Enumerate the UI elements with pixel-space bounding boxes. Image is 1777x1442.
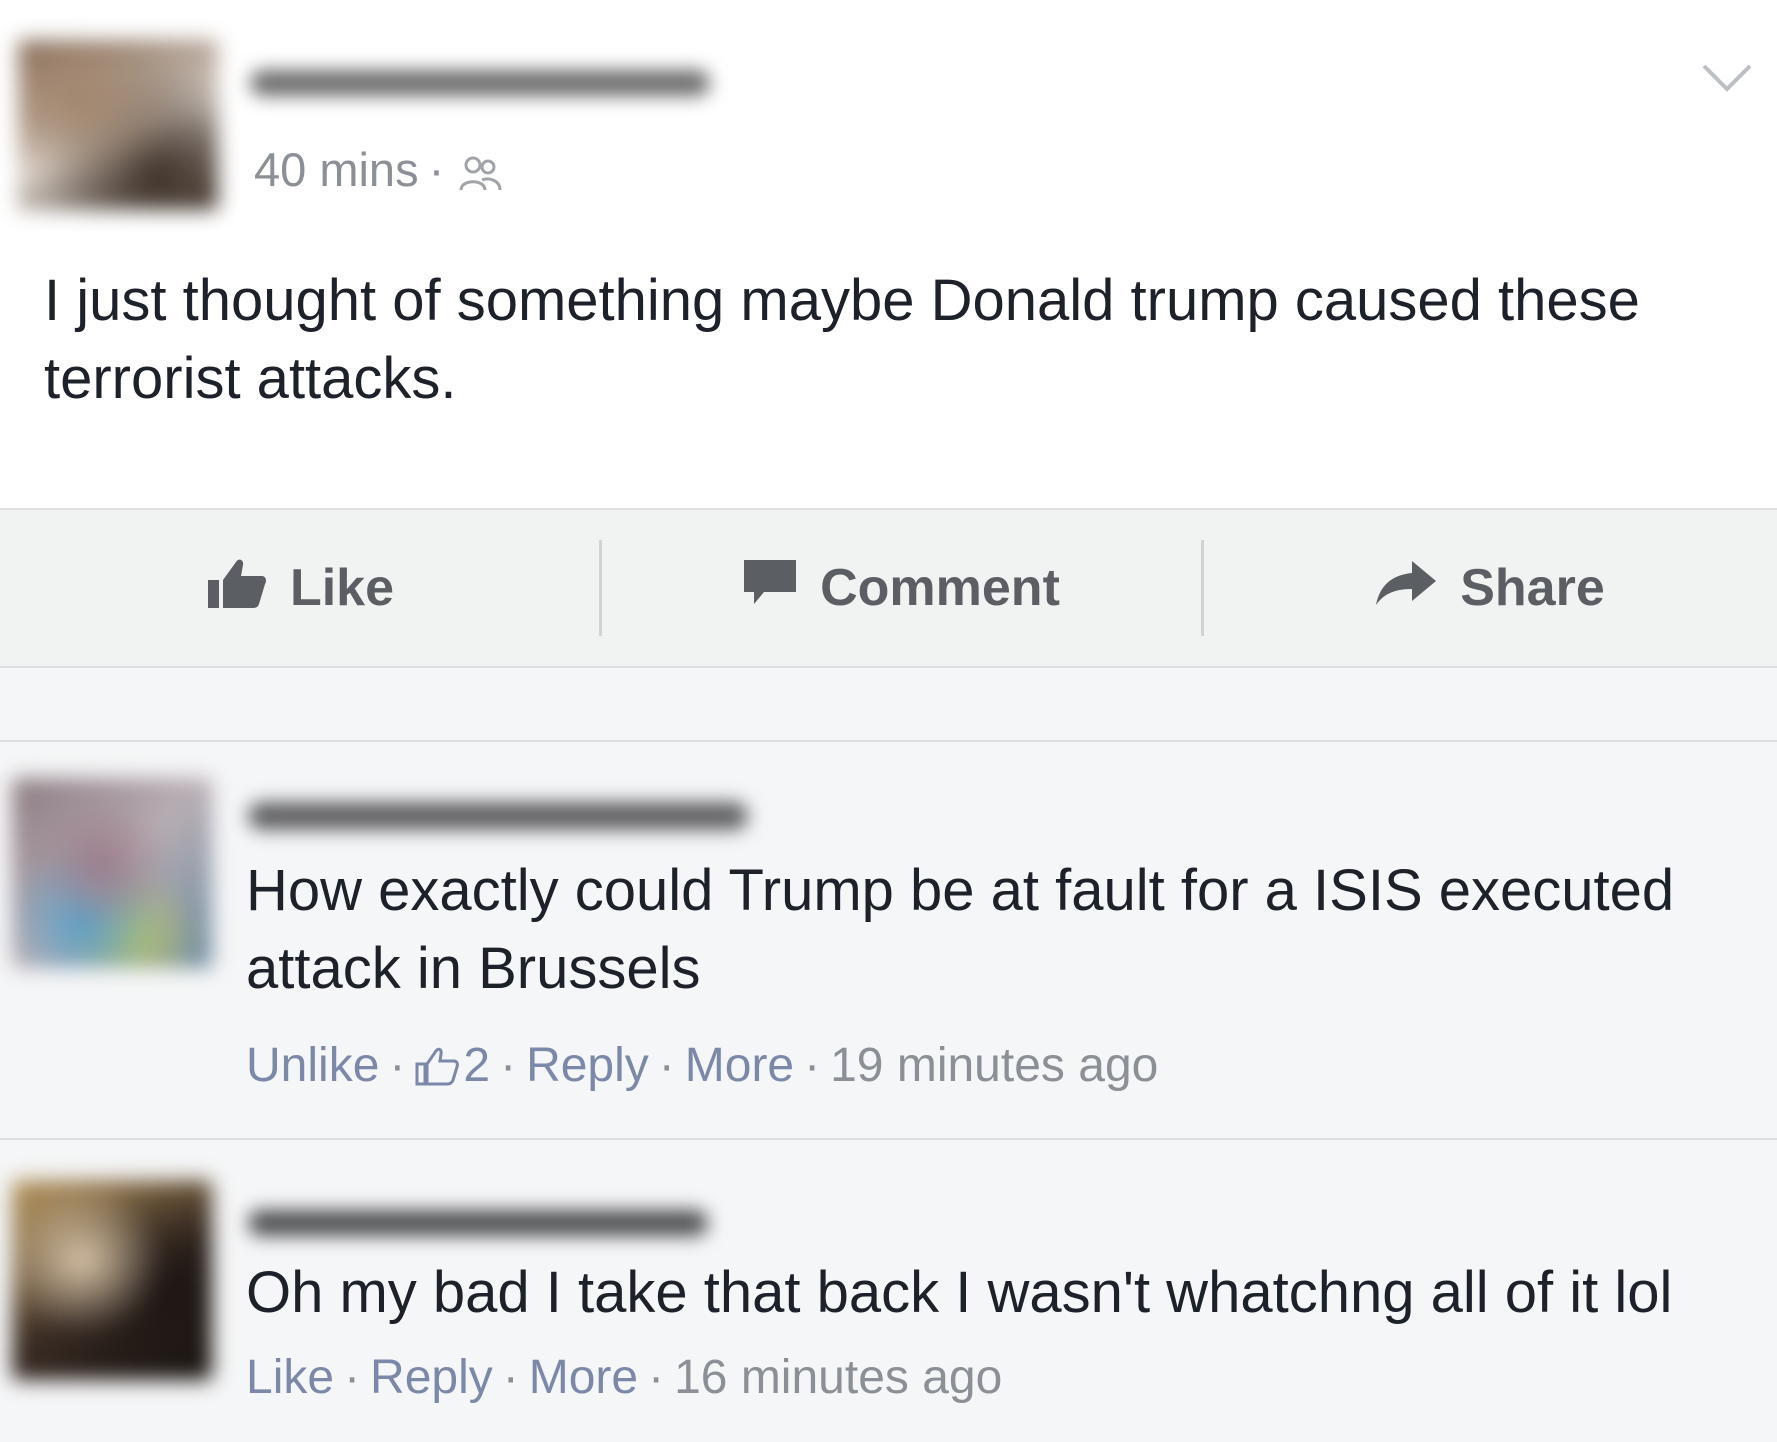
post-action-bar: Like Comment Share xyxy=(0,508,1777,668)
friends-icon xyxy=(458,150,504,190)
thumbs-up-icon xyxy=(206,554,268,623)
comment-like-count[interactable]: 2 xyxy=(415,1038,490,1093)
reply-link[interactable]: Reply xyxy=(526,1038,649,1093)
like-label: Like xyxy=(289,559,395,617)
share-button[interactable]: Share xyxy=(1202,510,1777,666)
comment-meta: Like · Reply · More · 16 minutes ago xyxy=(246,1350,1002,1405)
meta-separator: · xyxy=(389,1039,406,1092)
meta-separator: · xyxy=(428,143,445,196)
like-count-value: 2 xyxy=(463,1039,491,1092)
commenter-avatar[interactable] xyxy=(12,1180,212,1380)
post-author-avatar[interactable] xyxy=(18,40,218,210)
commenter-name-blurred[interactable] xyxy=(248,802,748,830)
meta-separator: · xyxy=(502,1351,519,1404)
commenter-avatar[interactable] xyxy=(12,778,212,968)
post-meta: 40 mins · xyxy=(254,142,504,197)
comment-text: How exactly could Trump be at fault for … xyxy=(246,858,1675,1001)
meta-separator: · xyxy=(344,1351,361,1404)
meta-separator: · xyxy=(500,1039,517,1092)
meta-separator: · xyxy=(804,1039,821,1092)
comment-timestamp[interactable]: 16 minutes ago xyxy=(674,1350,1002,1405)
reply-link[interactable]: Reply xyxy=(370,1350,493,1405)
share-arrow-icon xyxy=(1374,557,1438,620)
post-text: I just thought of something maybe Donald… xyxy=(44,268,1640,411)
post-author-name-blurred[interactable] xyxy=(250,70,710,96)
unlike-link[interactable]: Unlike xyxy=(246,1038,379,1093)
comment-text: Oh my bad I take that back I wasn't what… xyxy=(246,1260,1673,1325)
chevron-down-icon[interactable] xyxy=(1700,58,1754,98)
comment-item: How exactly could Trump be at fault for … xyxy=(0,742,1777,1138)
like-button[interactable]: Like xyxy=(0,510,600,666)
meta-separator: · xyxy=(658,1039,675,1092)
speech-bubble-icon xyxy=(742,556,798,621)
comment-timestamp[interactable]: 19 minutes ago xyxy=(830,1038,1158,1093)
commenter-name-blurred[interactable] xyxy=(248,1210,708,1236)
post-card: 40 mins · I just thought of something ma… xyxy=(0,0,1777,508)
share-label: Share xyxy=(1460,559,1605,617)
comment-meta: Unlike · 2 · Reply · More · 19 minutes a… xyxy=(246,1038,1158,1093)
more-link[interactable]: More xyxy=(529,1350,638,1405)
comment-label: Comment xyxy=(820,559,1060,617)
thumbs-up-outline-icon xyxy=(415,1047,460,1085)
comment-button[interactable]: Comment xyxy=(600,510,1202,666)
comment-item: Oh my bad I take that back I wasn't what… xyxy=(0,1138,1777,1442)
meta-separator: · xyxy=(648,1351,665,1404)
post-timestamp[interactable]: 40 mins xyxy=(254,142,419,197)
like-link[interactable]: Like xyxy=(246,1350,334,1405)
more-link[interactable]: More xyxy=(685,1038,794,1093)
